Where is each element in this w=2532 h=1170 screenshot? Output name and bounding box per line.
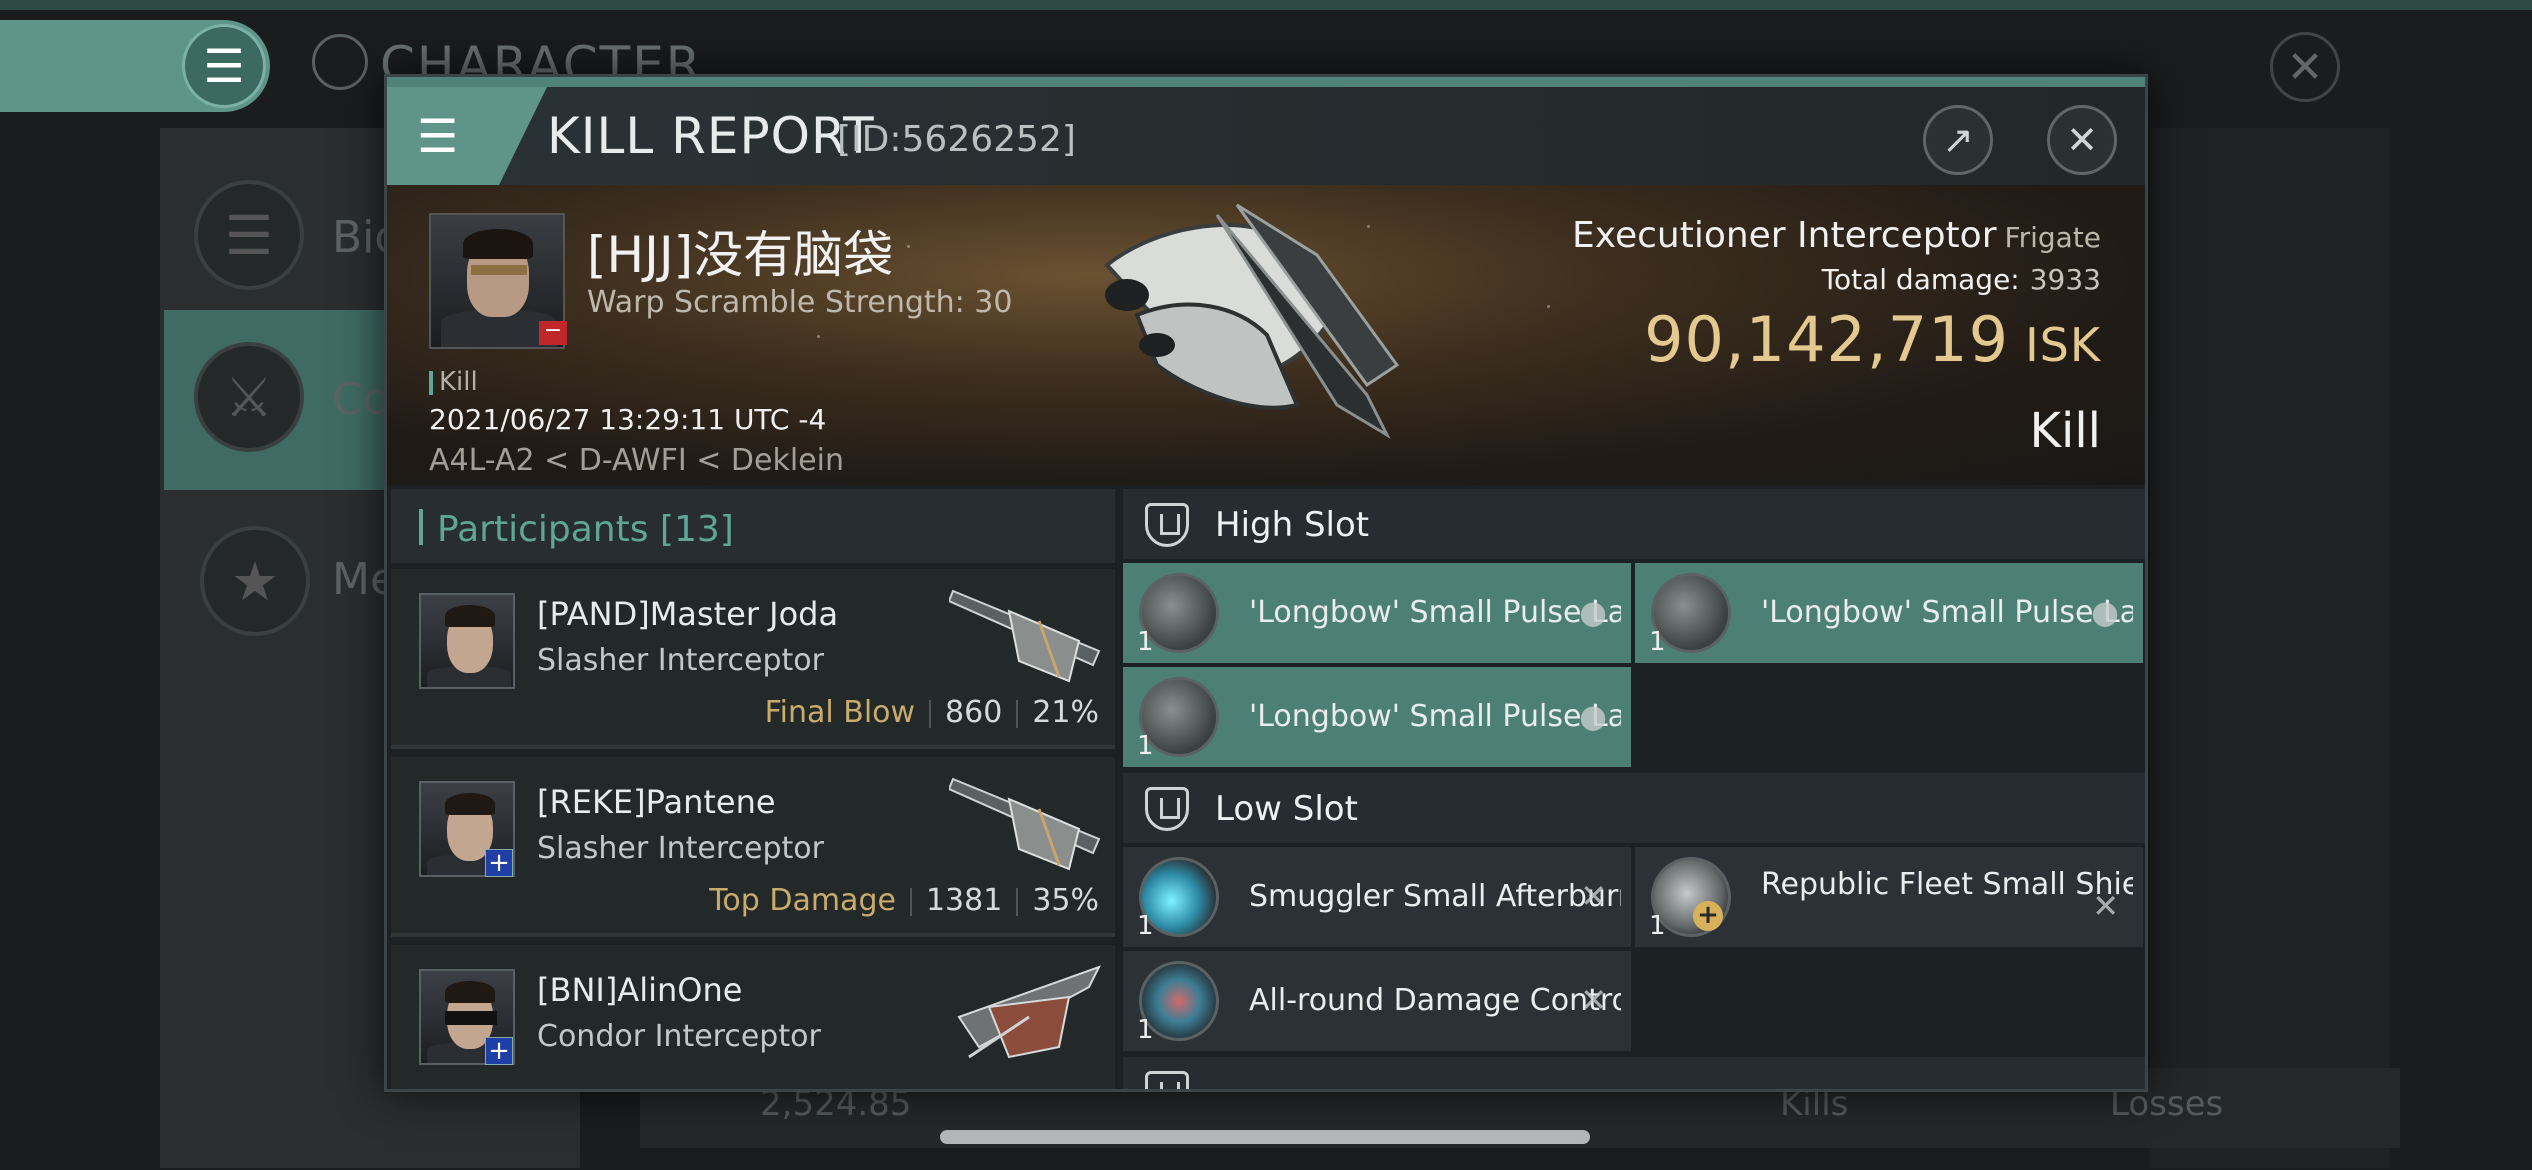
isk-value: 90,142,719 bbox=[1644, 303, 2010, 376]
module-name: 'Longbow' Small Pulse Laser bbox=[1761, 595, 2133, 630]
participant-ship: Condor Interceptor bbox=[537, 1019, 821, 1054]
module-name: Smuggler Small Afterburner bbox=[1249, 879, 1621, 914]
module-slot[interactable]: 1 'Longbow' Small Pulse Laser ● bbox=[1123, 667, 1631, 767]
swords-icon: ⚔ bbox=[194, 342, 304, 452]
participants-panel[interactable]: Participants [13] [PAND]Master Joda Slas… bbox=[391, 489, 1115, 1089]
dropped-icon: ● bbox=[1579, 593, 1607, 631]
low-slot-icon bbox=[1145, 787, 1189, 831]
participant-percent: 35% bbox=[1032, 883, 1099, 918]
participant-ship: Slasher Interceptor bbox=[537, 643, 824, 678]
plus-standing-icon: + bbox=[485, 1037, 513, 1065]
isk-unit: ISK bbox=[2025, 318, 2101, 372]
kill-location[interactable]: A4L-A2 < D-AWFI < Deklein bbox=[429, 443, 844, 478]
high-slot-header: High Slot bbox=[1123, 489, 2145, 559]
kill-tag: Kill bbox=[429, 367, 478, 397]
destroyed-icon: ✕ bbox=[2092, 887, 2119, 925]
isk-value-line: 90,142,719 ISK bbox=[1644, 303, 2101, 376]
top-accent-line bbox=[0, 0, 2532, 10]
dialog-top-strip bbox=[387, 77, 2145, 87]
high-slot-icon bbox=[1145, 503, 1189, 547]
dropped-icon: ● bbox=[1579, 697, 1607, 735]
participant-stats: Top Damage 1381 35% bbox=[709, 883, 1099, 918]
kill-report-dialog: ☰ KILL REPORT [ID:5626252] ↗ ✕ − [HJJ]没有… bbox=[384, 74, 2148, 1092]
next-slot-header bbox=[1123, 1057, 2145, 1089]
low-slot-header: Low Slot bbox=[1123, 773, 2145, 843]
participant-name: [PAND]Master Joda bbox=[537, 595, 839, 633]
module-qty: 1 bbox=[1137, 731, 1154, 761]
participant-row[interactable]: + [REKE]Pantene Slasher Interceptor Top … bbox=[391, 757, 1115, 937]
victim-ship-image bbox=[1104, 203, 1400, 439]
module-slot[interactable]: 1 'Longbow' Small Pulse Laser ● bbox=[1123, 563, 1631, 663]
victim-ship-name[interactable]: Executioner Interceptor Frigate bbox=[1572, 215, 2101, 256]
total-damage-label: Total damage: bbox=[1821, 263, 2020, 296]
total-damage-value: 3933 bbox=[2029, 263, 2101, 296]
module-qty: 1 bbox=[1649, 627, 1666, 657]
hamburger-menu-icon[interactable]: ☰ bbox=[417, 113, 473, 159]
participant-stats: Final Blow 860 21% bbox=[765, 695, 1099, 730]
right-panel bbox=[2150, 128, 2390, 1168]
module-slot[interactable]: + 1 Republic Fleet Small Shield... ✕ bbox=[1635, 847, 2143, 947]
plus-icon: + bbox=[1693, 901, 1723, 931]
participant-ship-image bbox=[949, 589, 1101, 683]
kill-datetime: 2021/06/27 13:29:11 UTC -4 bbox=[429, 403, 827, 436]
participant-avatar[interactable] bbox=[419, 593, 515, 689]
victim-name[interactable]: [HJJ]没有脑袋 bbox=[587, 215, 893, 287]
module-name: 'Longbow' Small Pulse Laser bbox=[1249, 699, 1621, 734]
standing-negative-icon: − bbox=[539, 320, 567, 345]
close-icon[interactable]: ✕ bbox=[2047, 105, 2117, 175]
destroyed-icon: ✕ bbox=[1580, 877, 1607, 915]
module-qty: 1 bbox=[1137, 1015, 1154, 1045]
share-icon[interactable]: ↗ bbox=[1923, 105, 1993, 175]
participant-name: [REKE]Pantene bbox=[537, 783, 776, 821]
list-icon: ☰ bbox=[194, 180, 304, 290]
result-label: Kill bbox=[2029, 403, 2101, 459]
participant-ship: Slasher Interceptor bbox=[537, 831, 824, 866]
module-slot[interactable]: 1 All-round Damage Control ✕ bbox=[1123, 951, 1631, 1051]
participant-tag: Top Damage bbox=[709, 883, 896, 918]
star-icon: ★ bbox=[200, 526, 310, 636]
participant-damage: 1381 bbox=[925, 883, 1003, 918]
participant-ship-image bbox=[957, 965, 1102, 1059]
fittings-panel[interactable]: High Slot 1 'Longbow' Small Pulse Laser … bbox=[1123, 489, 2145, 1089]
module-slot[interactable]: 1 'Longbow' Small Pulse Laser ● bbox=[1635, 563, 2143, 663]
warp-scramble-strength: Warp Scramble Strength: 30 bbox=[587, 285, 1013, 320]
close-icon[interactable]: ✕ bbox=[2270, 32, 2340, 102]
destroyed-icon: ✕ bbox=[1580, 981, 1607, 1019]
participants-header[interactable]: Participants [13] bbox=[391, 489, 1115, 563]
module-qty: 1 bbox=[1137, 627, 1154, 657]
ship-class: Frigate bbox=[2004, 221, 2102, 254]
slot-icon bbox=[1145, 1071, 1189, 1089]
participants-title: Participants [13] bbox=[437, 509, 734, 550]
module-qty: 1 bbox=[1137, 911, 1154, 941]
participant-percent: 21% bbox=[1032, 695, 1099, 730]
ship-name-text: Executioner Interceptor bbox=[1572, 215, 1997, 256]
participant-tag: Final Blow bbox=[764, 695, 916, 730]
dialog-title: KILL REPORT bbox=[547, 107, 875, 165]
home-indicator bbox=[940, 1130, 1590, 1144]
side-item-label: Co bbox=[332, 374, 390, 425]
module-name: Republic Fleet Small Shield... bbox=[1761, 867, 2133, 902]
module-qty: 1 bbox=[1649, 911, 1666, 941]
victim-banner: − [HJJ]没有脑袋 Warp Scramble Strength: 30 K… bbox=[387, 185, 2145, 485]
participant-ship-image bbox=[949, 777, 1101, 871]
total-damage: Total damage: 3933 bbox=[1822, 263, 2101, 296]
high-slot-label: High Slot bbox=[1215, 505, 1370, 545]
module-name: All-round Damage Control bbox=[1249, 983, 1621, 1018]
accent-bar bbox=[419, 509, 423, 545]
low-slot-label: Low Slot bbox=[1215, 789, 1358, 829]
hamburger-menu-icon[interactable]: ☰ bbox=[182, 24, 266, 108]
module-name: 'Longbow' Small Pulse Laser bbox=[1249, 595, 1621, 630]
module-slot[interactable]: 1 Smuggler Small Afterburner ✕ bbox=[1123, 847, 1631, 947]
dropped-icon: ● bbox=[2091, 593, 2119, 631]
participant-row[interactable]: + [BNI]AlinOne Condor Interceptor bbox=[391, 945, 1115, 1089]
plus-standing-icon: + bbox=[485, 849, 513, 877]
participant-damage: 860 bbox=[945, 695, 1003, 730]
participant-row[interactable]: [PAND]Master Joda Slasher Interceptor Fi… bbox=[391, 569, 1115, 749]
character-icon bbox=[312, 34, 368, 90]
kill-id: [ID:5626252] bbox=[837, 119, 1076, 160]
participant-name: [BNI]AlinOne bbox=[537, 971, 743, 1009]
